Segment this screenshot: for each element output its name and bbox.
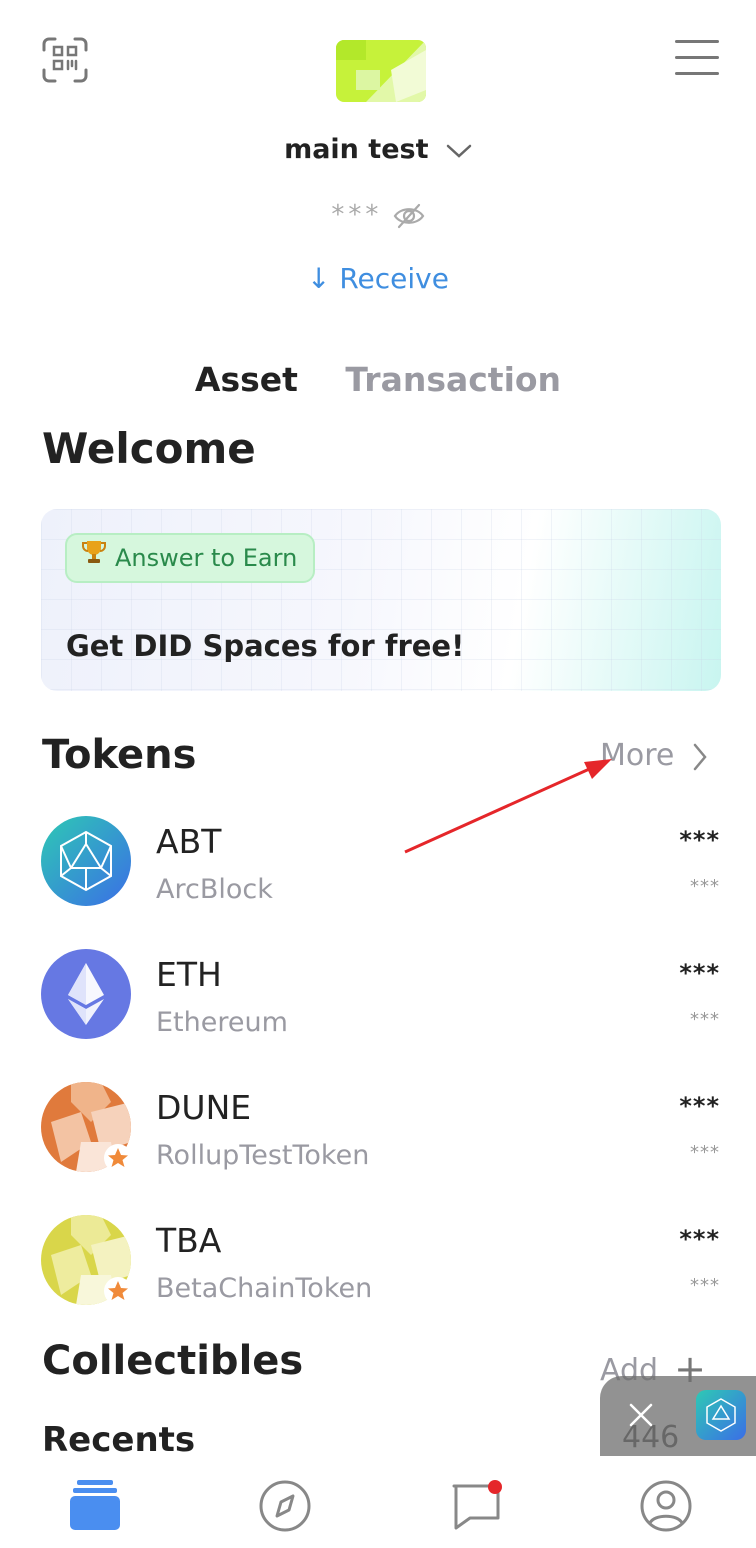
arcblock-app-icon[interactable] xyxy=(696,1390,746,1440)
chevron-right-icon xyxy=(684,738,708,773)
explore-compass-icon[interactable] xyxy=(257,1478,313,1534)
balance-display: *** xyxy=(0,200,756,230)
token-fiat-value: *** xyxy=(690,1009,720,1030)
eye-off-icon[interactable] xyxy=(393,200,425,230)
asset-tabs: Asset Transaction xyxy=(0,360,756,399)
token-amount: *** xyxy=(679,959,720,987)
wallet-icon[interactable] xyxy=(67,1478,123,1534)
tokens-more-link[interactable]: More xyxy=(600,738,708,773)
eth-token-icon xyxy=(41,949,131,1039)
bottom-nav xyxy=(0,1456,756,1548)
app-logo xyxy=(336,40,426,102)
account-name: main test xyxy=(284,134,429,165)
more-label: More xyxy=(600,738,675,773)
token-name: ArcBlock xyxy=(156,874,273,905)
recents-title: Recents xyxy=(42,1420,196,1460)
balance-masked: *** xyxy=(331,200,383,230)
token-fiat-value: *** xyxy=(690,1142,720,1163)
token-symbol: ABT xyxy=(156,822,222,861)
token-row-abt[interactable]: ABT ArcBlock *** *** xyxy=(0,816,756,926)
profile-icon[interactable] xyxy=(638,1478,694,1534)
token-row-tba[interactable]: TBA BetaChainToken *** *** xyxy=(0,1215,756,1325)
token-name: BetaChainToken xyxy=(156,1273,373,1304)
token-symbol: DUNE xyxy=(156,1088,252,1127)
receive-button[interactable]: ↓ Receive xyxy=(0,262,756,295)
token-symbol: ETH xyxy=(156,955,222,994)
collectibles-title: Collectibles xyxy=(42,1338,304,1384)
token-name: RollupTestToken xyxy=(156,1140,370,1171)
banner-headline: Get DID Spaces for free! xyxy=(66,629,465,663)
qr-scan-icon[interactable] xyxy=(40,36,90,84)
token-symbol: TBA xyxy=(156,1221,222,1260)
trophy-icon xyxy=(81,535,107,581)
token-row-dune[interactable]: DUNE RollupTestToken *** *** xyxy=(0,1082,756,1192)
tab-transaction[interactable]: Transaction xyxy=(345,360,561,399)
promo-banner[interactable]: Answer to Earn Get DID Spaces for free! xyxy=(41,509,721,691)
token-row-eth[interactable]: ETH Ethereum *** *** xyxy=(0,949,756,1059)
token-fiat-value: *** xyxy=(690,1275,720,1296)
badge-label: Answer to Earn xyxy=(115,544,298,572)
star-badge-icon xyxy=(104,1277,132,1305)
floating-app-widget[interactable] xyxy=(600,1376,756,1456)
welcome-title: Welcome xyxy=(42,424,256,473)
token-amount: *** xyxy=(679,1092,720,1120)
answer-to-earn-badge[interactable]: Answer to Earn xyxy=(65,533,316,583)
abt-token-icon xyxy=(41,816,131,906)
close-icon[interactable] xyxy=(628,1402,654,1428)
chevron-down-icon xyxy=(446,135,472,166)
messages-icon[interactable] xyxy=(450,1478,506,1534)
account-selector[interactable]: main test xyxy=(0,134,756,166)
star-badge-icon xyxy=(104,1144,132,1172)
token-name: Ethereum xyxy=(156,1007,288,1038)
token-amount: *** xyxy=(679,826,720,854)
tokens-title: Tokens xyxy=(42,732,197,778)
token-amount: *** xyxy=(679,1225,720,1253)
menu-icon[interactable] xyxy=(675,40,719,76)
tab-asset[interactable]: Asset xyxy=(195,360,298,399)
token-fiat-value: *** xyxy=(690,876,720,897)
